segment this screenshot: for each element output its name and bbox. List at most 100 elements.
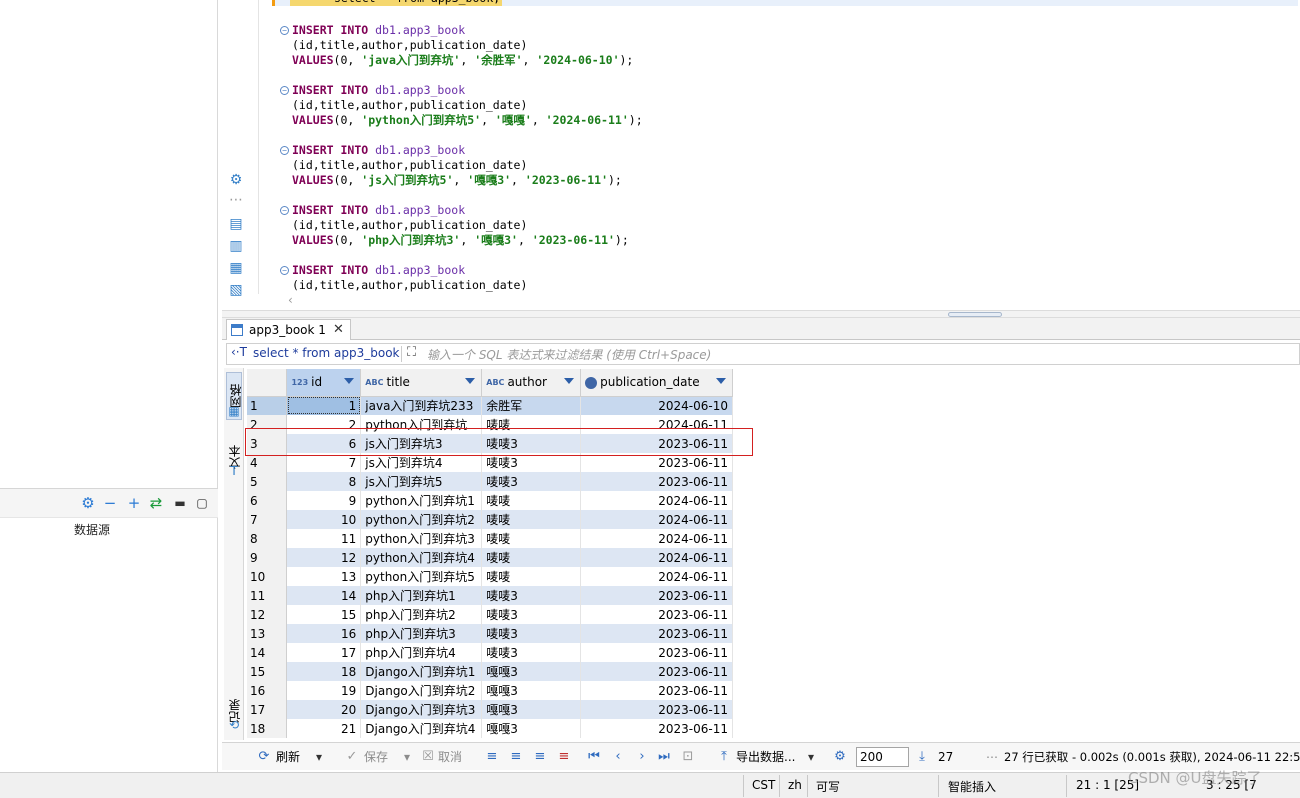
table-row[interactable]: 13 16 php入门到弃坑3 唛唛3 2023-06-11 <box>247 624 733 643</box>
cell-publication-date[interactable]: 2023-06-11 <box>580 681 733 700</box>
more-icon[interactable]: ⋯ <box>228 192 244 208</box>
row-number[interactable]: 12 <box>247 605 288 624</box>
fold-toggle-icon[interactable]: − <box>280 146 289 155</box>
row-number[interactable]: 6 <box>247 491 288 510</box>
fetch-size-input[interactable]: 200 <box>856 747 909 767</box>
cell-title[interactable]: Django入门到弃坑2 <box>360 681 483 700</box>
cell-title[interactable]: php入门到弃坑1 <box>360 586 483 605</box>
table-row[interactable]: 5 8 js入门到弃坑5 唛唛3 2023-06-11 <box>247 472 733 491</box>
cell-id[interactable]: 13 <box>286 567 362 586</box>
row-number[interactable]: 1 <box>247 396 288 415</box>
cell-author[interactable]: 唛唛3 <box>481 605 582 624</box>
previous-page-icon[interactable]: ‹ <box>610 748 626 766</box>
refresh-icon[interactable]: ⟳ <box>256 748 272 766</box>
more-icon[interactable]: ⋯ <box>986 748 998 766</box>
panel-splitter[interactable] <box>222 310 1300 318</box>
minimize-icon[interactable]: ▬ <box>172 495 188 511</box>
cell-publication-date[interactable]: 2023-06-11 <box>580 624 733 643</box>
table-row[interactable]: 14 17 php入门到弃坑4 唛唛3 2023-06-11 <box>247 643 733 662</box>
settings-icon[interactable]: ⚙ <box>80 495 96 511</box>
cell-id[interactable]: 21 <box>286 719 362 738</box>
cancel-button[interactable]: 取消 <box>438 748 462 766</box>
row-count-icon[interactable]: ⤓ <box>914 748 930 766</box>
table-row[interactable]: 17 20 Django入门到弃坑3 嘎嘎3 2023-06-11 <box>247 700 733 719</box>
tab-app3-book-1[interactable]: app3_book 1 ✕ <box>226 319 351 340</box>
refresh-dropdown-icon[interactable]: ▾ <box>316 748 322 766</box>
cell-author[interactable]: 唛唛3 <box>481 586 582 605</box>
table-row[interactable]: 15 18 Django入门到弃坑1 嘎嘎3 2023-06-11 <box>247 662 733 681</box>
filter-bar[interactable]: ‹·T select * from app3_book ⛶ 输入一个 SQL 表… <box>226 343 1300 365</box>
table-row[interactable]: 8 11 python入门到弃坑3 唛唛 2024-06-11 <box>247 529 733 548</box>
cell-publication-date[interactable]: 2023-06-11 <box>580 719 733 738</box>
cell-title[interactable]: php入门到弃坑2 <box>360 605 483 624</box>
export-dropdown-icon[interactable]: ▾ <box>808 748 814 766</box>
column-header-id[interactable]: 123 id <box>286 369 362 397</box>
edit-row-icon[interactable]: ≡ <box>484 748 500 766</box>
cell-title[interactable]: python入门到弃坑5 <box>360 567 483 586</box>
record-icon[interactable]: ⟲ <box>227 718 241 732</box>
cell-id[interactable]: 18 <box>286 662 362 681</box>
cell-publication-date[interactable]: 2023-06-11 <box>580 662 733 681</box>
fold-toggle-icon[interactable]: − <box>280 206 289 215</box>
settings-icon[interactable]: ⚙ <box>832 748 848 766</box>
cell-title[interactable]: Django入门到弃坑3 <box>360 700 483 719</box>
row-number[interactable]: 11 <box>247 586 288 605</box>
cell-id[interactable]: 8 <box>286 472 362 491</box>
cell-title[interactable]: python入门到弃坑1 <box>360 491 483 510</box>
cell-publication-date[interactable]: 2023-06-11 <box>580 700 733 719</box>
next-page-icon[interactable]: › <box>634 748 650 766</box>
cell-title[interactable]: java入门到弃坑233 <box>360 396 483 415</box>
first-page-icon[interactable]: ⏮ <box>586 748 602 766</box>
last-page-icon[interactable]: ⏭ <box>656 748 672 766</box>
row-number[interactable]: 8 <box>247 529 288 548</box>
cell-author[interactable]: 唛唛 <box>481 510 582 529</box>
cell-author[interactable]: 嘎嘎3 <box>481 681 582 700</box>
table-row[interactable]: 12 15 php入门到弃坑2 唛唛3 2023-06-11 <box>247 605 733 624</box>
cell-id[interactable]: 1 <box>286 396 362 415</box>
cell-id[interactable]: 17 <box>286 643 362 662</box>
export-button[interactable]: 导出数据... <box>736 748 795 766</box>
add-row-icon[interactable]: ≡ <box>508 748 524 766</box>
cell-title[interactable]: python入门到弃坑2 <box>360 510 483 529</box>
column-header-title[interactable]: ABC title <box>360 369 483 397</box>
text-icon[interactable]: T <box>227 464 241 478</box>
cell-publication-date[interactable]: 2024-06-10 <box>580 396 733 415</box>
cell-id[interactable]: 11 <box>286 529 362 548</box>
sort-arrow-icon[interactable] <box>344 378 355 384</box>
row-number[interactable]: 7 <box>247 510 288 529</box>
row-number[interactable]: 9 <box>247 548 288 567</box>
save-dropdown-icon[interactable]: ▾ <box>404 748 410 766</box>
cell-id[interactable]: 15 <box>286 605 362 624</box>
table-row[interactable]: 1 1 java入门到弃坑233 余胜军 2024-06-10 <box>247 396 733 415</box>
cell-publication-date[interactable]: 2023-06-11 <box>580 643 733 662</box>
cell-id[interactable]: 12 <box>286 548 362 567</box>
column-header-author[interactable]: ABC author <box>481 369 582 397</box>
cell-author[interactable]: 唛唛3 <box>481 624 582 643</box>
row-number[interactable]: 16 <box>247 681 288 700</box>
cell-publication-date[interactable]: 2024-06-11 <box>580 510 733 529</box>
row-number[interactable]: 5 <box>247 472 288 491</box>
row-number[interactable]: 17 <box>247 700 288 719</box>
row-number[interactable]: 18 <box>247 719 288 738</box>
cell-title[interactable]: js入门到弃坑5 <box>360 472 483 491</box>
cancel-icon[interactable]: ☒ <box>420 748 436 766</box>
splitter-grip[interactable] <box>948 312 1002 317</box>
cell-author[interactable]: 唛唛 <box>481 548 582 567</box>
cell-author[interactable]: 唛唛 <box>481 491 582 510</box>
table-row[interactable]: 9 12 python入门到弃坑4 唛唛 2024-06-11 <box>247 548 733 567</box>
grid-icon[interactable]: ▦ <box>227 404 241 418</box>
copy-row-icon[interactable]: ≡ <box>532 748 548 766</box>
table-row[interactable]: 10 13 python入门到弃坑5 唛唛 2024-06-11 <box>247 567 733 586</box>
plus-icon[interactable]: + <box>126 495 142 511</box>
cell-publication-date[interactable]: 2023-06-11 <box>580 586 733 605</box>
cell-author[interactable]: 唛唛3 <box>481 472 582 491</box>
horizontal-scrollbar[interactable]: ‹ <box>288 293 1300 309</box>
cell-id[interactable]: 19 <box>286 681 362 700</box>
cell-title[interactable]: php入门到弃坑3 <box>360 624 483 643</box>
export-icon[interactable]: ⤒ <box>716 748 732 766</box>
table-row[interactable]: 16 19 Django入门到弃坑2 嘎嘎3 2023-06-11 <box>247 681 733 700</box>
row-number[interactable]: 15 <box>247 662 288 681</box>
cell-title[interactable]: Django入门到弃坑1 <box>360 662 483 681</box>
fold-toggle-icon[interactable]: − <box>280 266 289 275</box>
cell-author[interactable]: 余胜军 <box>481 396 582 415</box>
